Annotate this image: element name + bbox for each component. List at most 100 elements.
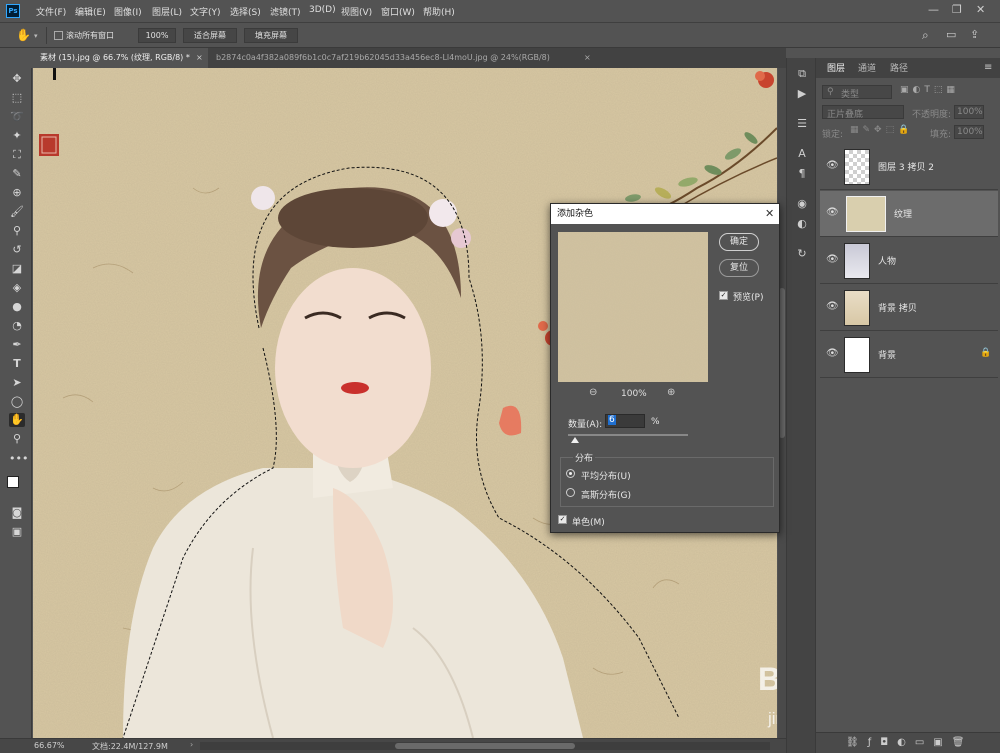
scroll-all-checkbox[interactable] (54, 31, 63, 40)
status-menu-chevron-icon[interactable]: › (190, 740, 193, 749)
visibility-eye-icon[interactable]: 👁 (826, 208, 839, 218)
search-icon[interactable]: ⌕ (922, 28, 929, 43)
uniform-radio[interactable] (566, 469, 575, 478)
dodge-tool-icon[interactable]: ◔ (9, 319, 25, 333)
layer-row[interactable]: 👁 纹理 (820, 191, 998, 237)
crop-tool-icon[interactable]: ⛶ (9, 148, 25, 162)
doc-tab-inactive[interactable]: b2874c0a4f382a089f6b1c0c7af219b62045d33a… (208, 48, 598, 68)
character-panel-icon[interactable]: A (796, 148, 808, 160)
visibility-eye-icon[interactable]: 👁 (826, 161, 839, 171)
menu-3d[interactable]: 3D(D) (309, 5, 336, 15)
doc-tab-active[interactable]: 素材 (15).jpg @ 66.7% (纹理, RGB/8) * × (32, 48, 208, 68)
quick-mask-icon[interactable]: ◙ (9, 506, 25, 520)
adjustments-panel-icon[interactable]: ☰ (796, 118, 808, 130)
pen-tool-icon[interactable]: ✒ (9, 338, 25, 352)
menu-image[interactable]: 图像(I) (114, 5, 142, 18)
menu-file[interactable]: 文件(F) (36, 5, 66, 18)
menu-type[interactable]: 文字(Y) (190, 5, 221, 18)
menu-help[interactable]: 帮助(H) (423, 5, 455, 18)
healing-brush-tool-icon[interactable]: ⊕ (9, 186, 25, 200)
tab-channels[interactable]: 通道 (858, 61, 876, 77)
history-brush-tool-icon[interactable]: ↺ (9, 243, 25, 257)
move-tool-icon[interactable]: ✥ (9, 72, 25, 86)
libraries-panel-icon[interactable]: ◉ (796, 198, 808, 210)
menu-window[interactable]: 窗口(W) (381, 5, 415, 18)
hand-tool-icon[interactable]: ✋ (9, 413, 25, 427)
visibility-eye-icon[interactable]: 👁 (826, 255, 839, 265)
monochromatic-checkbox[interactable]: ✓ (558, 515, 567, 524)
paragraph-panel-icon[interactable]: ¶ (796, 168, 808, 180)
restore-button[interactable]: ❐ (952, 3, 962, 16)
layer-actions-icons[interactable]: ⛓ƒ◘◐▭▣🗑 (846, 737, 973, 748)
minimize-button[interactable]: — (928, 3, 939, 16)
ok-button[interactable]: 确定 (719, 233, 759, 251)
layer-row[interactable]: 👁 背景 🔒 (820, 332, 998, 378)
ellipse-tool-icon[interactable]: ◯ (9, 395, 25, 409)
gaussian-radio[interactable] (566, 488, 575, 497)
preview-checkbox[interactable]: ✓ (719, 291, 728, 300)
amount-value: 6 (608, 415, 616, 425)
amount-input[interactable]: 6 (605, 414, 645, 428)
navigator-panel-icon[interactable]: ↻ (796, 248, 808, 260)
path-selection-tool-icon[interactable]: ➤ (9, 376, 25, 390)
blend-mode-select[interactable]: 正片叠底 (822, 105, 904, 120)
zoom-out-icon[interactable]: ⊖ (589, 387, 597, 398)
menu-layer[interactable]: 图层(L) (152, 5, 182, 18)
tab-layers[interactable]: 图层 (822, 61, 851, 77)
amount-slider-handle[interactable] (571, 437, 580, 443)
more-tools-icon[interactable]: ••• (9, 452, 28, 466)
layer-name: 背景 拷贝 (878, 304, 917, 314)
color-panel-icon[interactable]: ◐ (796, 218, 808, 230)
visibility-eye-icon[interactable]: 👁 (826, 302, 839, 312)
close-tab-icon[interactable]: × (584, 48, 591, 68)
panel-menu-icon[interactable]: ≡ (984, 62, 992, 73)
reset-button[interactable]: 复位 (719, 259, 759, 277)
history-panel-icon[interactable]: ⧉ (796, 68, 808, 80)
layer-row[interactable]: 👁 图层 3 拷贝 2 (820, 144, 998, 190)
zoom-100-button[interactable]: 100% (138, 28, 176, 43)
amount-slider-track[interactable] (568, 434, 688, 443)
visibility-eye-icon[interactable]: 👁 (826, 349, 839, 359)
screen-mode-icon[interactable]: ▣ (9, 525, 25, 539)
lasso-tool-icon[interactable]: ➰ (9, 110, 25, 124)
close-window-button[interactable]: ✕ (976, 3, 985, 16)
marquee-tool-icon[interactable]: ⬚ (9, 91, 25, 105)
share-icon[interactable]: ⇪ (970, 28, 979, 41)
zoom-in-icon[interactable]: ⊕ (667, 387, 675, 398)
layer-row[interactable]: 👁 背景 拷贝 (820, 285, 998, 331)
scrollbar-thumb[interactable] (395, 743, 575, 749)
paint-bucket-tool-icon[interactable]: ◈ (9, 281, 25, 295)
blur-tool-icon[interactable]: ● (9, 300, 25, 314)
workspace-icon[interactable]: ▭ (946, 28, 956, 41)
close-tab-icon[interactable]: × (196, 48, 203, 68)
menu-view[interactable]: 视图(V) (341, 5, 372, 18)
magic-wand-tool-icon[interactable]: ✦ (9, 129, 25, 143)
close-icon[interactable]: ✕ (765, 207, 774, 220)
opacity-input[interactable]: 100% (954, 105, 984, 119)
menu-edit[interactable]: 编辑(E) (75, 5, 106, 18)
menu-select[interactable]: 选择(S) (230, 5, 261, 18)
clone-stamp-tool-icon[interactable]: ⚲ (9, 224, 25, 238)
zoom-level[interactable]: 66.67% (34, 741, 65, 750)
filter-preview[interactable] (558, 232, 708, 382)
zoom-tool-icon[interactable]: ⚲ (9, 432, 25, 446)
layer-thumbnail (844, 290, 870, 326)
hand-tool-icon[interactable]: ✋ (16, 28, 31, 42)
type-tool-icon[interactable]: T (9, 357, 25, 371)
lock-icons[interactable]: ▦✎✥⬚🔒 (850, 125, 918, 139)
filter-icons[interactable]: ▣◐T⬚▦ (900, 85, 992, 99)
menu-filter[interactable]: 滤镜(T) (270, 5, 301, 18)
layer-row[interactable]: 👁 人物 (820, 238, 998, 284)
horizontal-scrollbar[interactable] (200, 742, 770, 750)
tool-preset-chevron-icon[interactable]: ▾ (34, 32, 38, 40)
fill-input[interactable]: 100% (954, 125, 984, 139)
tab-paths[interactable]: 路径 (890, 61, 908, 77)
brush-tool-icon[interactable]: 🖌 (9, 205, 25, 219)
eraser-tool-icon[interactable]: ◪ (9, 262, 25, 276)
kind-filter-select[interactable]: ⚲ 类型 (822, 85, 892, 100)
fill-screen-button[interactable]: 填充屏幕 (244, 28, 298, 43)
eyedropper-tool-icon[interactable]: ✎ (9, 167, 25, 181)
fit-screen-button[interactable]: 适合屏幕 (183, 28, 237, 43)
actions-panel-icon[interactable]: ▶ (796, 88, 808, 100)
foreground-color-swatch[interactable] (7, 476, 19, 488)
